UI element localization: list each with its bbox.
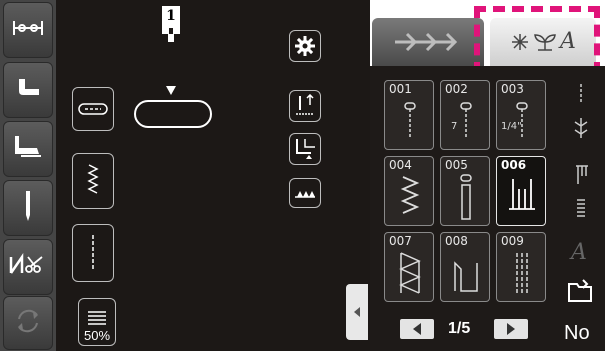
stitch-settings-panel: 1 50% [56,0,370,351]
presser-foot-lever-button[interactable] [3,121,53,177]
stitch-selection-panel: 001 002 7 003 1/4" 004 005 006 007 008 0… [370,66,605,351]
presser-foot-button[interactable] [3,62,53,118]
overlock-stitch-icon [399,252,421,294]
stitch-tile-004[interactable]: 004 [384,156,434,226]
character-tab-label: A [560,29,576,54]
feed-dog-button[interactable] [289,178,321,208]
flower-stitch-icon [512,34,529,50]
stitch-tile-003[interactable]: 003 1/4" [496,80,546,150]
gear-icon [295,36,315,56]
utility-stitch-arrows-icon [395,32,458,52]
stitch-label: 1/4" [501,121,522,132]
stitch-tile-001[interactable]: 001 [384,80,434,150]
foot-lift-icon [11,134,45,164]
scissors-icon [8,252,48,281]
grid-stitch-icon [577,199,585,217]
buttonhole-stitch-icon [460,102,472,139]
presser-foot-code: 1 [162,6,180,26]
pivot-icon [296,139,315,159]
comb-stitch-icon [576,165,588,184]
blind-stitch-icon [454,261,478,292]
stitch-tile-009[interactable]: 009 [496,232,546,302]
pivot-button[interactable] [289,133,321,165]
needle-stop-icon [296,94,314,115]
next-page-button[interactable] [494,319,528,339]
presser-foot-icon [162,24,180,42]
bartack-stitch-icon [460,174,472,220]
stitch-label: 7 [451,121,458,132]
needle-stop-position-button[interactable] [289,90,321,122]
tab-utility-stitches[interactable] [372,18,484,66]
leaf-stitch-icon [534,34,556,51]
presser-foot-indicator: 1 [162,6,180,50]
character-button[interactable]: A [571,240,587,265]
left-sidebar [0,0,56,351]
needle-position-marker-icon [166,86,176,95]
buttonhole-stitch-icon [404,102,416,139]
arrow-right-icon [507,323,515,335]
straight-stitch-icon [92,235,94,271]
blind-hem-stitch-icon [509,179,535,210]
tension-icon [88,311,106,325]
stitch-tile-006[interactable]: 006 [496,156,546,226]
stitch-tile-007[interactable]: 007 [384,232,434,302]
open-folder-icon[interactable] [566,278,596,304]
previous-page-button[interactable] [400,319,434,339]
buttonhole-stitch-icon [516,102,528,139]
needle-icon [21,189,35,227]
threading-icon [10,17,46,43]
tension-value: 50% [83,328,111,343]
needle-position-button[interactable] [3,180,53,236]
zigzag-stitch-icon [400,176,420,214]
stitch-preview [134,100,212,128]
presser-foot-icon [13,75,43,105]
stitch-number-button[interactable]: No [564,322,590,345]
stitch-width-button[interactable] [72,153,114,209]
zigzag-width-icon [87,164,99,194]
stitch-tile-008[interactable]: 008 [440,232,490,302]
needle-threading-button[interactable] [3,2,53,58]
reset-button[interactable] [3,296,53,350]
stitch-tile-002[interactable]: 002 7 [440,80,490,150]
arrow-left-icon [354,307,360,317]
stretch-stitch-icon [574,118,588,138]
triple-stitch-icon [516,253,528,293]
stitch-length-icon [78,103,108,115]
arrow-left-icon [413,323,421,335]
settings-button[interactable] [289,30,321,62]
tab-decorative-stitches[interactable]: A [490,18,596,66]
page-indicator: 1/5 [448,320,471,337]
tension-button[interactable]: 50% [78,298,116,346]
stitch-length-button[interactable] [72,87,114,131]
straight-stitch-length-button[interactable] [72,224,114,282]
thread-cutter-button[interactable] [3,239,53,295]
straight-stitch-small-icon [580,84,582,104]
sewing-machine-screen: 1 50% A 001 002 7 003 1/4" 004 005 006 0… [0,0,605,351]
feed-dog-icon [295,191,315,198]
stitch-tile-005[interactable]: 005 [440,156,490,226]
reset-icon [13,306,43,340]
panel-collapse-handle[interactable] [346,284,368,340]
